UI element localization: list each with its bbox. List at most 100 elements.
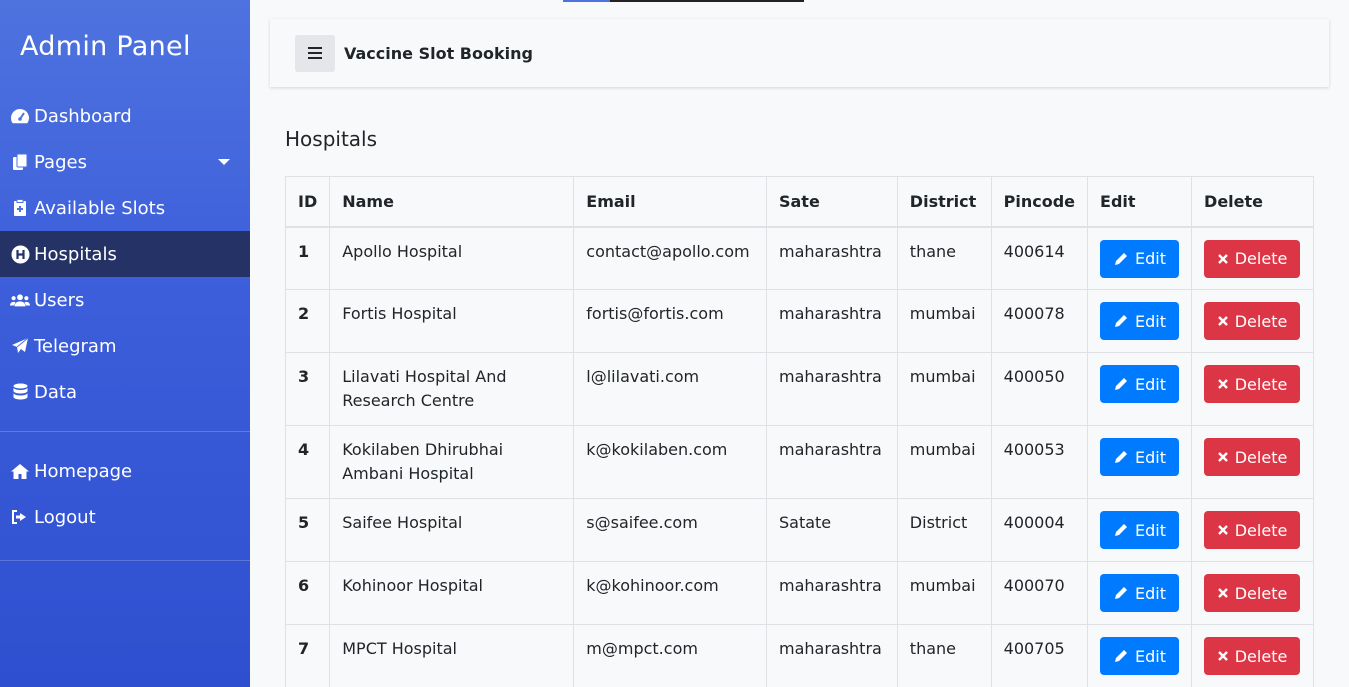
- cell-edit: Edit: [1087, 624, 1193, 687]
- table-header-row: ID Name Email Sate District Pincode Edit…: [284, 176, 1314, 228]
- delete-label: Delete: [1234, 447, 1288, 467]
- pencil-icon: [1113, 251, 1129, 267]
- cell-id: 7: [284, 624, 331, 687]
- sidebar-item-pages[interactable]: Pages: [0, 139, 250, 185]
- sidebar-item-data[interactable]: Data: [0, 369, 250, 415]
- caret-down-icon[interactable]: [218, 159, 230, 165]
- cell-pincode: 400070: [990, 561, 1089, 625]
- cell-district: mumbai: [896, 561, 992, 625]
- cell-edit: Edit: [1087, 561, 1193, 625]
- delete-label: Delete: [1234, 249, 1288, 268]
- clipboard-icon: [10, 198, 30, 218]
- cell-edit: Edit: [1087, 352, 1193, 426]
- table-row: 7 MPCT Hospital m@mpct.com maharashtra t…: [284, 624, 1314, 687]
- tachometer-icon: [10, 106, 30, 126]
- edit-button[interactable]: Edit: [1100, 239, 1180, 278]
- cell-pincode: 400705: [990, 624, 1089, 687]
- pencil-icon: [1113, 449, 1129, 465]
- cell-district: mumbai: [896, 352, 992, 426]
- delete-label: Delete: [1234, 646, 1288, 666]
- table-row: 2 Fortis Hospital fortis@fortis.com maha…: [284, 289, 1314, 353]
- edit-label: Edit: [1135, 311, 1167, 331]
- edit-button[interactable]: Edit: [1100, 574, 1180, 612]
- sidebar-item-available-slots[interactable]: Available Slots: [0, 185, 250, 231]
- cell-email: k@kokilaben.com: [573, 425, 767, 499]
- sidebar-item-label: Hospitals: [34, 243, 117, 265]
- cell-district: District: [896, 498, 992, 562]
- delete-label: Delete: [1234, 520, 1288, 540]
- sidebar-item-label: Data: [34, 381, 77, 403]
- delete-label: Delete: [1234, 311, 1288, 331]
- sign-out-icon: [10, 507, 30, 527]
- cell-edit: Edit: [1087, 498, 1193, 562]
- users-icon: [10, 290, 30, 310]
- cell-name: Kohinoor Hospital: [329, 561, 575, 625]
- cell-delete: Delete: [1191, 624, 1314, 687]
- edit-label: Edit: [1135, 374, 1167, 394]
- cell-edit: Edit: [1087, 289, 1193, 353]
- hospital-icon: [10, 244, 30, 264]
- page-title: Hospitals: [285, 127, 378, 151]
- menu-toggle-button[interactable]: [295, 34, 335, 72]
- top-progress-strip: [563, 0, 804, 2]
- column-header: Edit: [1087, 176, 1193, 228]
- edit-label: Edit: [1135, 583, 1167, 603]
- edit-label: Edit: [1135, 646, 1167, 666]
- cell-delete: Delete: [1191, 352, 1314, 426]
- edit-button[interactable]: Edit: [1100, 438, 1180, 476]
- cell-email: k@kohinoor.com: [573, 561, 767, 625]
- sidebar-item-homepage[interactable]: Homepage: [0, 448, 250, 494]
- sidebar-item-dashboard[interactable]: Dashboard: [0, 93, 250, 139]
- delete-button[interactable]: Delete: [1204, 574, 1301, 612]
- cell-pincode: 400614: [990, 226, 1089, 290]
- sidebar-item-label: Telegram: [34, 335, 117, 357]
- close-icon: [1217, 253, 1229, 265]
- sidebar-divider: [0, 560, 250, 561]
- cell-email: fortis@fortis.com: [573, 289, 767, 353]
- edit-button[interactable]: Edit: [1100, 511, 1180, 549]
- cell-name: Apollo Hospital: [329, 226, 575, 290]
- sidebar-item-users[interactable]: Users: [0, 277, 250, 323]
- column-header: Delete: [1191, 176, 1314, 228]
- delete-button[interactable]: Delete: [1204, 302, 1301, 340]
- delete-button[interactable]: Delete: [1204, 239, 1301, 278]
- pencil-icon: [1113, 648, 1129, 664]
- topbar-title[interactable]: Vaccine Slot Booking: [344, 44, 533, 63]
- cell-id: 2: [284, 289, 331, 353]
- cell-delete: Delete: [1191, 425, 1314, 499]
- sidebar-item-telegram[interactable]: Telegram: [0, 323, 250, 369]
- edit-button[interactable]: Edit: [1100, 365, 1180, 403]
- cell-state: maharashtra: [765, 226, 898, 290]
- pencil-icon: [1113, 376, 1129, 392]
- sidebar-item-label: Pages: [34, 151, 87, 173]
- table-row: 5 Saifee Hospital s@saifee.com Satate Di…: [284, 498, 1314, 562]
- sidebar-brand[interactable]: Admin Panel: [0, 0, 250, 93]
- delete-button[interactable]: Delete: [1204, 511, 1301, 549]
- pencil-icon: [1113, 585, 1129, 601]
- delete-button[interactable]: Delete: [1204, 637, 1301, 675]
- sidebar-item-logout[interactable]: Logout: [0, 494, 250, 540]
- cell-state: maharashtra: [765, 289, 898, 353]
- edit-button[interactable]: Edit: [1100, 302, 1180, 340]
- cell-state: maharashtra: [765, 352, 898, 426]
- cell-district: thane: [896, 226, 992, 290]
- cell-email: l@lilavati.com: [573, 352, 767, 426]
- edit-button[interactable]: Edit: [1100, 637, 1180, 675]
- cell-name: MPCT Hospital: [329, 624, 575, 687]
- cell-email: contact@apollo.com: [573, 226, 767, 290]
- cell-district: mumbai: [896, 289, 992, 353]
- topbar: Vaccine Slot Booking: [270, 19, 1329, 87]
- delete-button[interactable]: Delete: [1204, 365, 1301, 403]
- close-icon: [1217, 650, 1229, 662]
- delete-button[interactable]: Delete: [1204, 438, 1301, 476]
- hospitals-table: ID Name Email Sate District Pincode Edit…: [284, 176, 1314, 687]
- hamburger-icon: [308, 47, 322, 59]
- delete-label: Delete: [1234, 583, 1288, 603]
- cell-email: m@mpct.com: [573, 624, 767, 687]
- copy-icon: [10, 152, 30, 172]
- cell-name: Saifee Hospital: [329, 498, 575, 562]
- cell-email: s@saifee.com: [573, 498, 767, 562]
- sidebar-item-hospitals[interactable]: Hospitals: [0, 231, 250, 277]
- database-icon: [10, 382, 30, 402]
- cell-pincode: 400050: [990, 352, 1089, 426]
